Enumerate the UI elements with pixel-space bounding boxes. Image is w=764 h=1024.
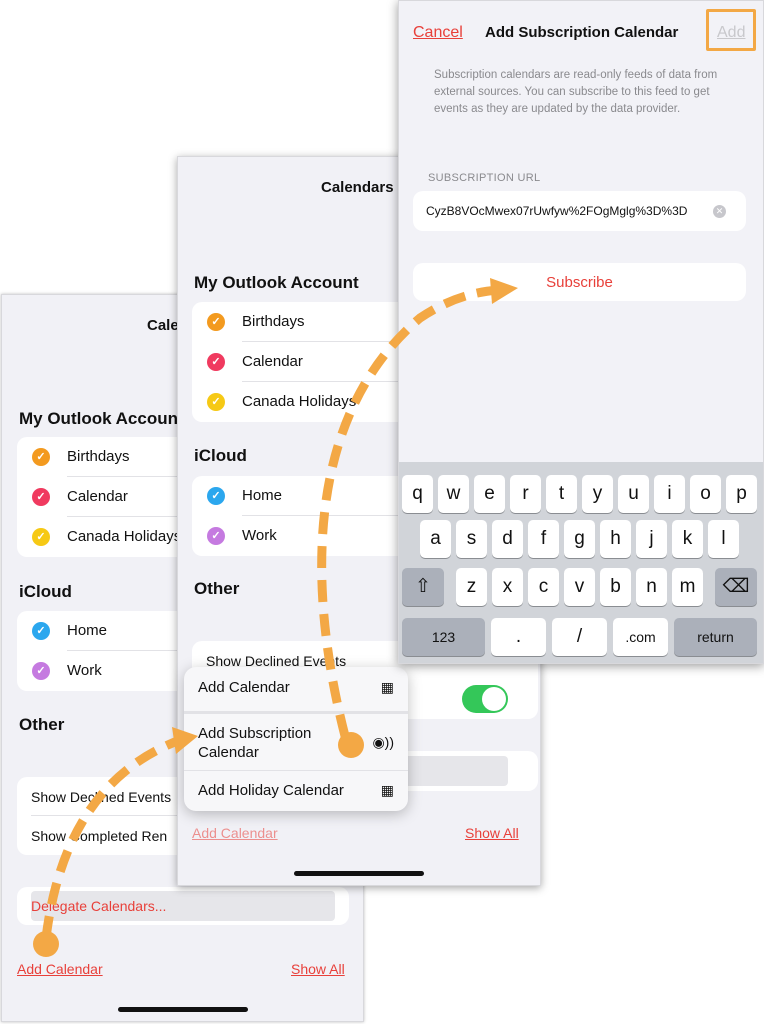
arrow-path-1 xyxy=(41,735,182,939)
tutorial-arrows xyxy=(33,278,518,957)
tap-indicator-icon xyxy=(33,931,59,957)
tap-indicator-icon xyxy=(338,732,364,758)
arrow-path-2 xyxy=(317,285,499,738)
arrowhead-icon xyxy=(172,727,198,754)
arrowhead-icon xyxy=(490,278,518,304)
